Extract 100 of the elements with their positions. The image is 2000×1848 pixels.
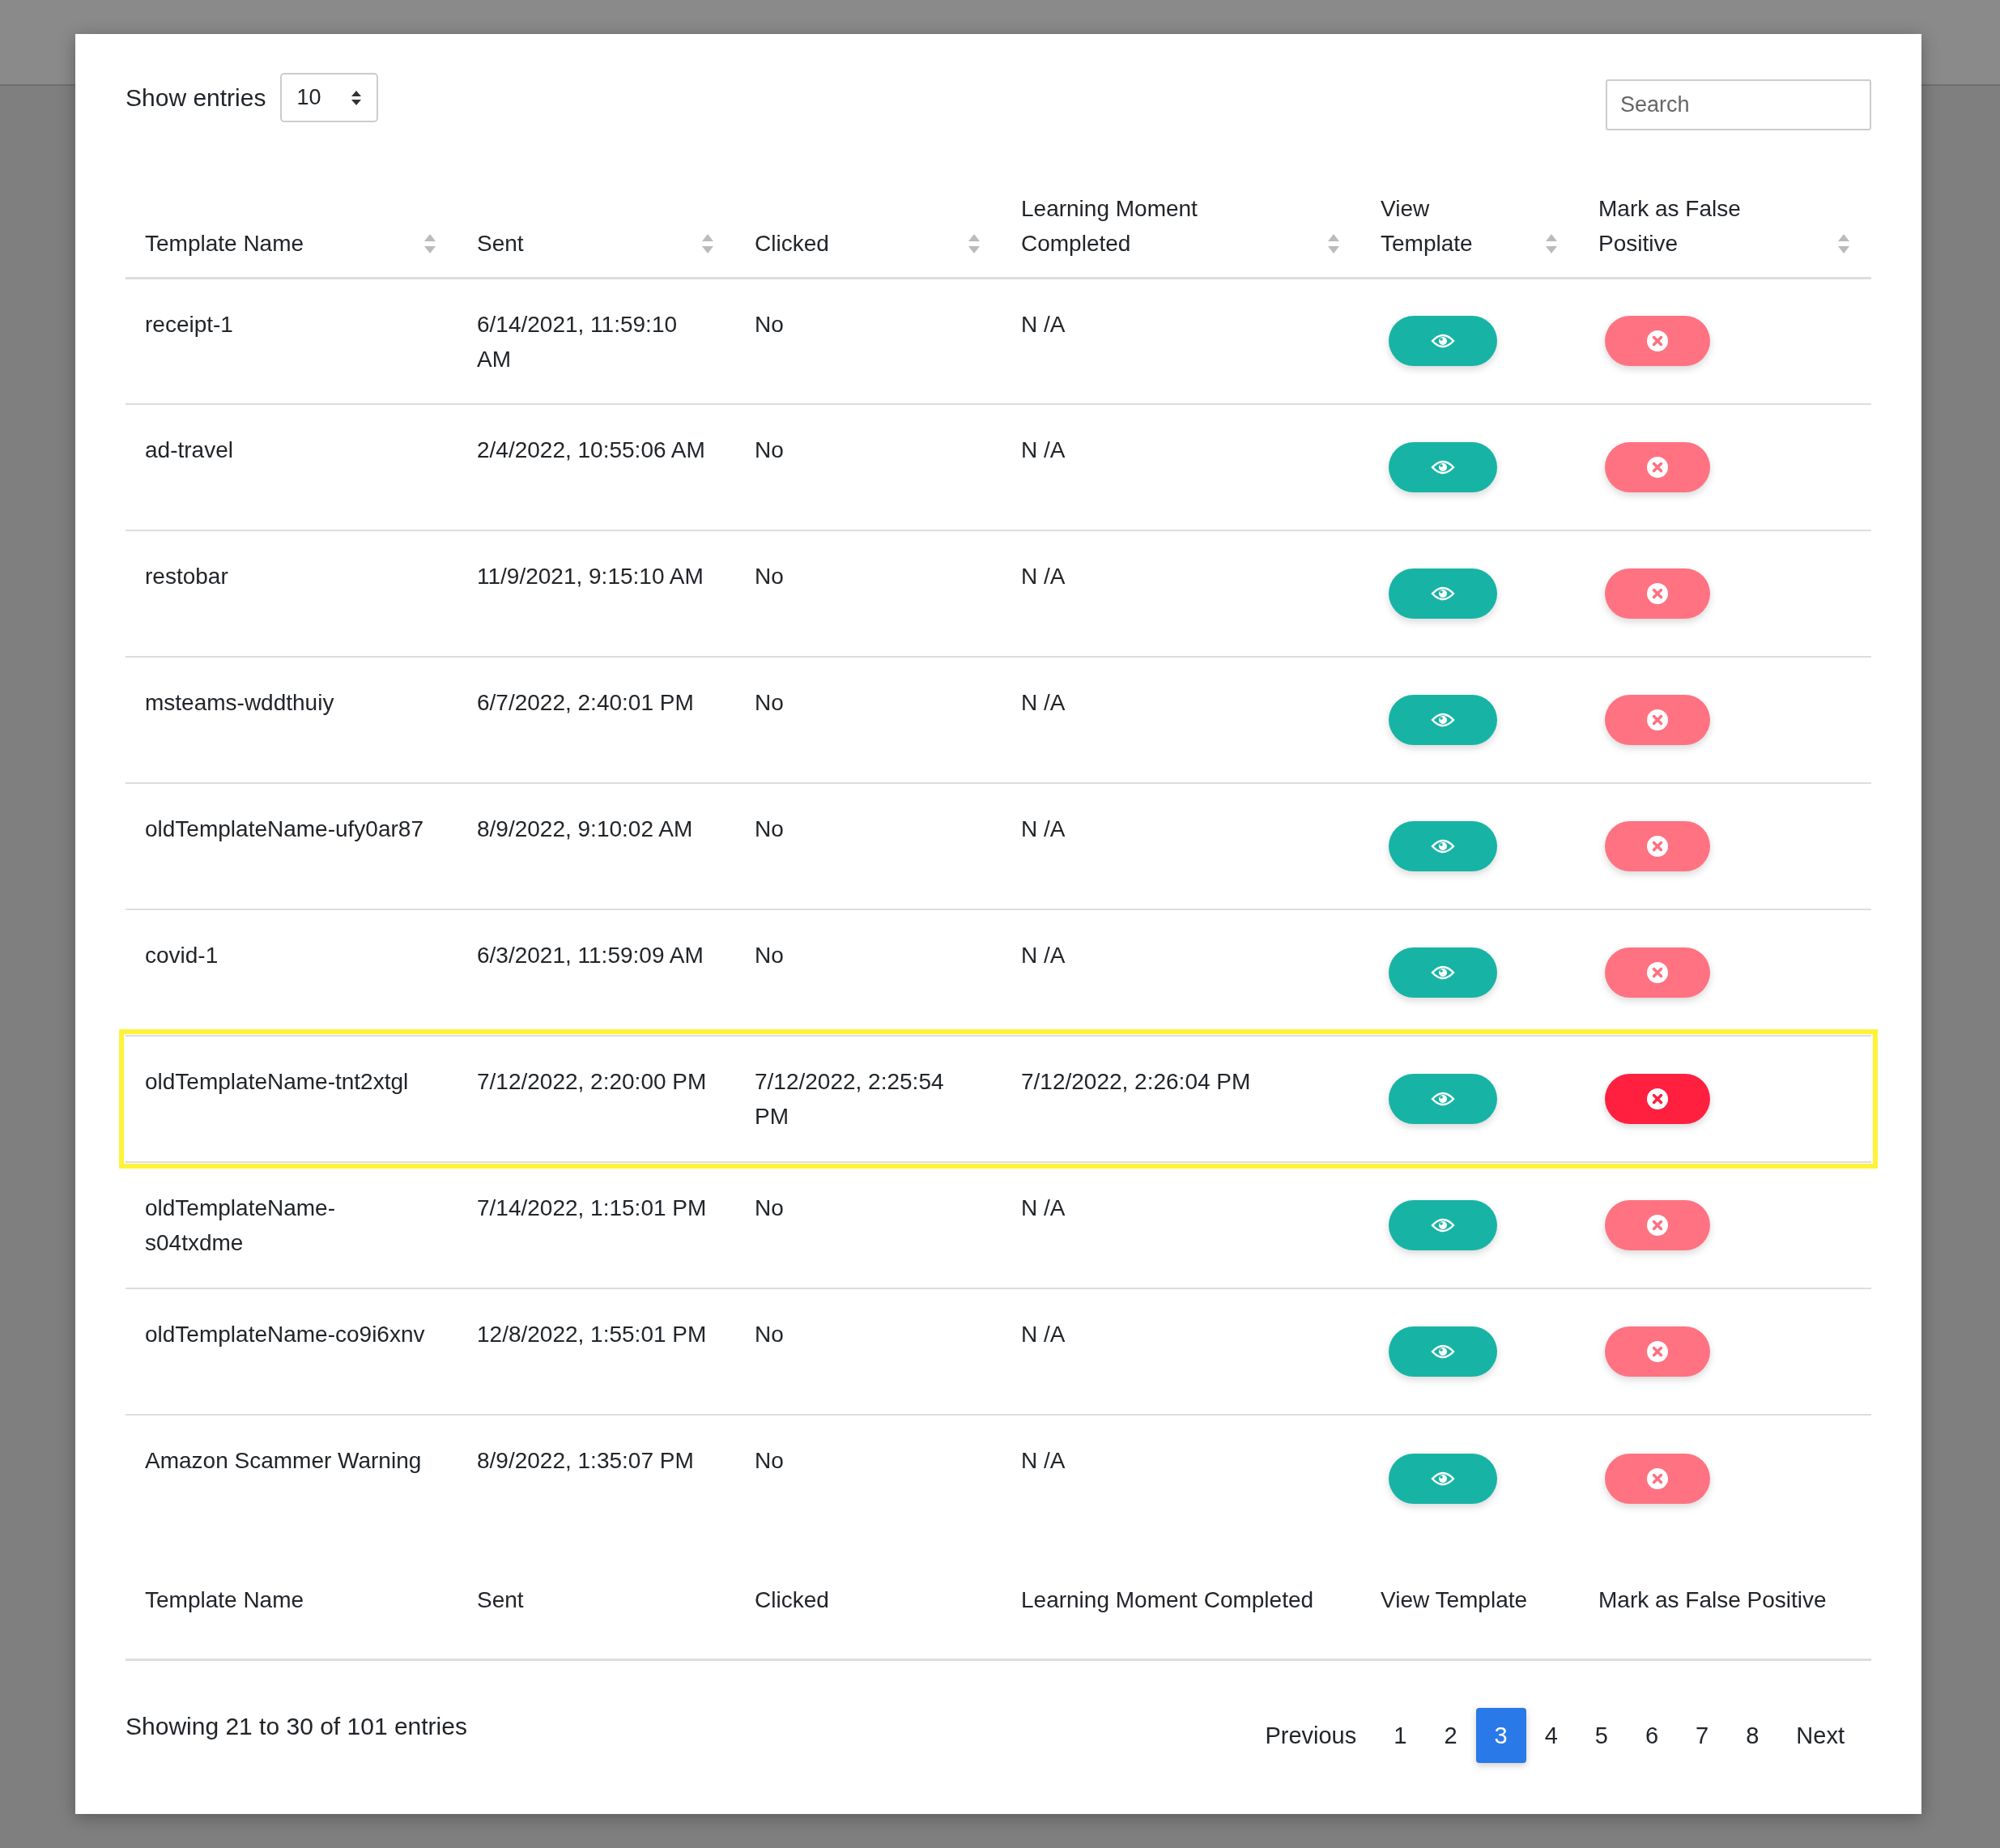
pagination-button[interactable]: 2 (1425, 1708, 1476, 1763)
table-cell: No (735, 1288, 1002, 1415)
table-cell: N /A (1002, 657, 1361, 783)
table-cell: No (735, 530, 1002, 657)
pagination-button[interactable]: 5 (1576, 1708, 1627, 1763)
close-circle-icon (1647, 1341, 1668, 1362)
pagination-button[interactable]: 7 (1677, 1708, 1728, 1763)
mark-false-positive-button[interactable] (1605, 1200, 1710, 1250)
table-cell: 7/12/2022, 2:25:54 PM (735, 1036, 1002, 1162)
table-cell: covid-1 (126, 909, 457, 1036)
table-cell: restobar (126, 530, 457, 657)
eye-icon (1431, 333, 1455, 350)
table-cell: No (735, 278, 1002, 404)
search-field[interactable]: Search (1606, 79, 1871, 130)
table-cell: 12/8/2022, 1:55:01 PM (457, 1288, 735, 1415)
eye-icon (1431, 964, 1455, 981)
table-cell: No (735, 1415, 1002, 1541)
column-footer: Mark as False Positive (1579, 1541, 1871, 1660)
table-cell: receipt-1 (126, 278, 457, 404)
pagination-button[interactable]: 3 (1475, 1708, 1526, 1763)
column-footer: Template Name (126, 1541, 457, 1660)
table-cell: N /A (1002, 783, 1361, 909)
table-cell: 2/4/2022, 10:55:06 AM (457, 404, 735, 530)
view-template-button[interactable] (1389, 1200, 1497, 1250)
table-cell: No (735, 783, 1002, 909)
view-template-button[interactable] (1389, 316, 1497, 367)
table-cell: Amazon Scammer Warning (126, 1415, 457, 1541)
view-template-button[interactable] (1389, 568, 1497, 619)
table-cell: No (735, 404, 1002, 530)
table-cell: N /A (1002, 278, 1361, 404)
close-circle-icon (1647, 1088, 1668, 1109)
column-footer: Sent (457, 1541, 735, 1660)
eye-icon (1431, 459, 1455, 475)
pagination-button[interactable]: Previous (1246, 1708, 1376, 1763)
table-cell: 7/14/2022, 1:15:01 PM (457, 1162, 735, 1288)
table-cell: oldTemplateName-tnt2xtgl (126, 1036, 457, 1162)
view-template-button[interactable] (1389, 1326, 1497, 1377)
eye-icon (1431, 1343, 1455, 1360)
column-header[interactable]: Learning Moment Completed (1002, 155, 1361, 278)
column-header[interactable]: Sent (457, 155, 735, 278)
eye-icon (1431, 585, 1455, 602)
close-circle-icon (1647, 457, 1668, 478)
view-template-button[interactable] (1389, 442, 1497, 492)
pagination-button[interactable]: 4 (1526, 1708, 1577, 1763)
column-footer: View Template (1361, 1541, 1579, 1660)
mark-false-positive-button[interactable] (1605, 568, 1710, 619)
eye-icon (1431, 1470, 1455, 1487)
table-cell: 11/9/2021, 9:15:10 AM (457, 530, 735, 657)
close-circle-icon (1647, 330, 1668, 352)
mark-false-positive-button[interactable] (1605, 1074, 1710, 1124)
entries-info: Showing 21 to 30 of 101 entries (126, 1713, 467, 1740)
pagination-button[interactable]: Next (1777, 1708, 1863, 1763)
close-circle-icon (1647, 836, 1668, 857)
table-cell: N /A (1002, 530, 1361, 657)
sort-caret-icon (351, 89, 363, 106)
table-cell: N /A (1002, 404, 1361, 530)
close-circle-icon (1647, 1215, 1668, 1236)
view-template-button[interactable] (1389, 821, 1497, 871)
pagination-button[interactable]: 8 (1727, 1708, 1778, 1763)
close-circle-icon (1647, 962, 1668, 983)
column-footer: Learning Moment Completed (1002, 1541, 1361, 1660)
view-template-button[interactable] (1389, 1074, 1497, 1124)
table-cell: oldTemplateName-ufy0ar87 (126, 783, 457, 909)
column-header[interactable]: Template Name (126, 155, 457, 278)
view-template-button[interactable] (1389, 1453, 1497, 1504)
table-cell: 6/3/2021, 11:59:09 AM (457, 909, 735, 1036)
close-circle-icon (1647, 709, 1668, 730)
eye-icon (1431, 712, 1455, 728)
eye-icon (1431, 1091, 1455, 1107)
table-cell: 8/9/2022, 9:10:02 AM (457, 783, 735, 909)
view-template-button[interactable] (1389, 695, 1497, 745)
table-cell: oldTemplateName-s04txdme (126, 1162, 457, 1288)
view-template-button[interactable] (1389, 947, 1497, 998)
table-cell: 6/14/2021, 11:59:10 AM (457, 278, 735, 404)
mark-false-positive-button[interactable] (1605, 947, 1710, 998)
table-cell: msteams-wddthuiy (126, 657, 457, 783)
table-cell: No (735, 657, 1002, 783)
mark-false-positive-button[interactable] (1605, 1453, 1710, 1504)
mark-false-positive-button[interactable] (1605, 1326, 1710, 1377)
close-circle-icon (1647, 1467, 1668, 1489)
pagination-button[interactable]: 1 (1375, 1708, 1426, 1763)
table-cell: N /A (1002, 1162, 1361, 1288)
entries-select[interactable]: 10 (280, 73, 379, 122)
table-cell: No (735, 1162, 1002, 1288)
table-cell: 7/12/2022, 2:26:04 PM (1002, 1036, 1361, 1162)
mark-false-positive-button[interactable] (1605, 316, 1710, 367)
pagination-button[interactable]: 6 (1626, 1708, 1678, 1763)
table-cell: ad-travel (126, 404, 457, 530)
close-circle-icon (1647, 583, 1668, 604)
mark-false-positive-button[interactable] (1605, 442, 1710, 492)
column-header[interactable]: Mark as False Positive (1579, 155, 1871, 278)
mark-false-positive-button[interactable] (1605, 821, 1710, 871)
mark-false-positive-button[interactable] (1605, 695, 1710, 745)
column-header[interactable]: Clicked (735, 155, 1002, 278)
table-cell: N /A (1002, 1415, 1361, 1541)
column-header[interactable]: View Template (1361, 155, 1579, 278)
table-cell: 7/12/2022, 2:20:00 PM (457, 1036, 735, 1162)
eye-icon (1431, 838, 1455, 854)
table-cell: N /A (1002, 909, 1361, 1036)
column-footer: Clicked (735, 1541, 1002, 1660)
